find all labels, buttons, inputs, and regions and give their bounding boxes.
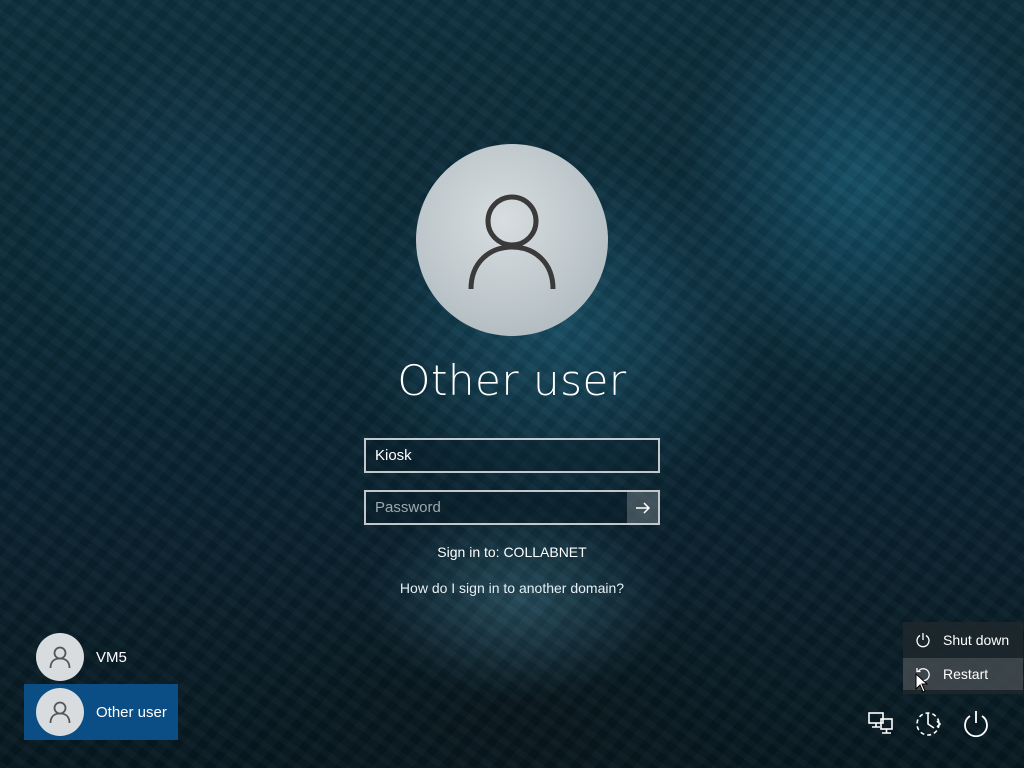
network-button[interactable]	[860, 703, 900, 743]
power-icon	[964, 711, 988, 738]
mouse-cursor-icon	[915, 673, 929, 693]
user-avatar-large	[416, 144, 608, 336]
power-button[interactable]	[956, 703, 996, 743]
accessibility-icon	[916, 712, 942, 736]
shut-down-menu-item[interactable]: Shut down	[903, 624, 1023, 656]
user-tile-other-user[interactable]: Other user	[24, 684, 178, 740]
user-tile-label: VM5	[96, 648, 127, 666]
sign-in-domain-text: Sign in to: COLLABNET	[437, 544, 587, 560]
avatar	[36, 688, 84, 736]
password-field[interactable]: Password	[364, 490, 660, 525]
user-icon	[49, 701, 71, 724]
user-icon	[49, 646, 71, 669]
menu-item-label: Restart	[943, 666, 989, 682]
user-icon	[468, 194, 556, 290]
other-domain-link[interactable]: How do I sign in to another domain?	[0, 580, 1024, 596]
selected-user-name: Other user	[397, 356, 627, 405]
username-field[interactable]: Kiosk	[364, 438, 660, 473]
network-icon	[868, 712, 893, 734]
avatar	[36, 633, 84, 681]
ease-of-access-button[interactable]	[908, 703, 948, 743]
user-tile-label: Other user	[96, 703, 167, 721]
user-tile-vm5[interactable]: VM5	[24, 629, 178, 685]
arrow-right-icon	[635, 501, 650, 514]
menu-item-label: Shut down	[943, 632, 1010, 648]
power-icon	[916, 633, 930, 648]
submit-button[interactable]	[627, 492, 658, 523]
